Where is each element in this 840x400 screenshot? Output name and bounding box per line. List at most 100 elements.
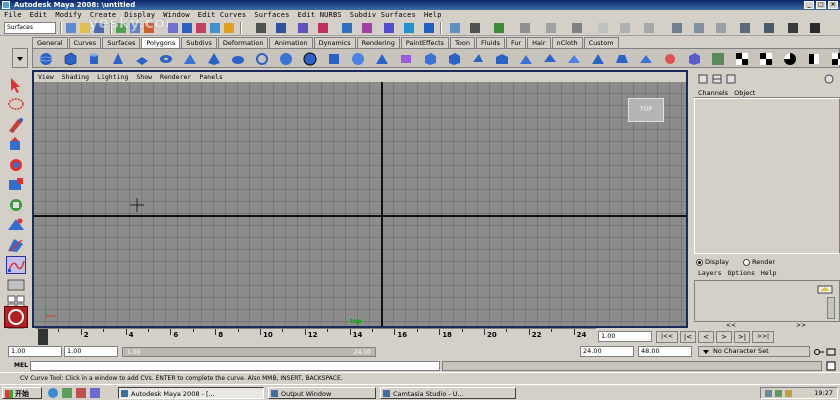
layer-menu-help[interactable]: Help [761,268,777,278]
layer-menu-options[interactable]: Options [727,268,754,278]
ipr-render-icon[interactable] [318,23,328,33]
menu-set-dropdown[interactable]: Surfaces [4,22,56,34]
panel-menu-lighting[interactable]: Lighting [97,72,128,82]
play-backwards-button[interactable]: < [698,331,714,343]
scale-tool-icon[interactable] [6,176,26,194]
tab-animation[interactable]: Animation [269,37,313,48]
both-toggle-icon[interactable] [726,74,736,84]
make-live-icon[interactable] [224,23,234,33]
channel-box-menu-channels[interactable]: Channels [698,89,728,97]
panel-menu-show[interactable]: Show [136,72,152,82]
tab-deformation[interactable]: Deformation [217,37,269,48]
paint-tool-icon[interactable] [644,23,654,33]
start-button[interactable]: 开始 [2,387,42,399]
layer-scrollbar[interactable] [827,297,835,319]
tab-hair[interactable]: Hair [527,37,551,48]
checker-cylinder-icon[interactable] [807,52,821,66]
viewport-panel[interactable]: View Shading Lighting Show Renderer Pane… [32,70,688,328]
character-set-dropdown[interactable]: No Character Set [698,346,810,357]
desktop-quicklaunch-icon[interactable] [62,388,72,398]
tab-dynamics[interactable]: Dynamics [313,37,356,48]
help-icon[interactable] [424,23,434,33]
maximize-icon[interactable]: □ [816,1,826,9]
animation-end-field[interactable]: 48.00 [638,346,692,357]
extract-icon[interactable] [327,52,341,66]
tab-subdivs[interactable]: Subdivs [181,37,217,48]
menu-edit-nurbs[interactable]: Edit NURBS [298,10,342,20]
rotate-tool-icon[interactable] [6,156,26,174]
panel-menu-shading[interactable]: Shading [62,72,89,82]
layer-list[interactable] [694,280,840,322]
menu-subdiv-surfaces[interactable]: Subdiv Surfaces [350,10,416,20]
mel-label[interactable]: MEL [14,361,28,371]
append-polygon-icon[interactable] [519,52,533,66]
uv-texture-editor-icon[interactable] [711,52,725,66]
camera-icon[interactable] [598,23,608,33]
tab-general[interactable]: General [32,37,68,48]
snap-view-plane-icon[interactable] [210,23,220,33]
tab-ncloth[interactable]: nCloth [551,37,583,48]
app-quicklaunch-icon[interactable] [90,388,100,398]
channel-box-icon[interactable] [716,23,726,33]
show-attribute-icon[interactable] [404,23,414,33]
go-to-start-button[interactable]: |<< [656,331,678,343]
poly-helix-icon[interactable] [255,52,269,66]
channel-box-menu-object[interactable]: Object [734,89,755,97]
scissors-icon[interactable] [520,23,530,33]
key-icon[interactable] [814,347,824,357]
attribute-editor-icon[interactable] [694,23,704,33]
menu-file[interactable]: File [4,10,22,20]
menu-edit-curves[interactable]: Edit Curves [198,10,247,20]
combine-icon[interactable] [279,52,293,66]
poly-cylinder-icon[interactable] [87,52,101,66]
layer-menu-layers[interactable]: Layers [698,268,721,278]
channel-box[interactable] [694,98,840,254]
shelf-menu-button[interactable] [12,48,28,68]
snap-grid-icon[interactable] [168,23,178,33]
time-slider[interactable]: 2 4 6 8 10 12 14 16 18 20 22 24 [36,328,596,345]
fill-hole-icon[interactable] [567,52,581,66]
transform-icon[interactable] [546,23,556,33]
layer-editor-icon[interactable] [740,23,750,33]
construction-history-icon[interactable] [276,23,286,33]
poly-cube-icon[interactable] [63,52,77,66]
preferences-icon[interactable] [826,347,836,357]
input-output-icon[interactable] [256,23,266,33]
attribute-options-icon[interactable] [824,74,834,84]
poly-prism-icon[interactable] [183,52,197,66]
tab-custom[interactable]: Custom [583,37,619,48]
select-tool-icon[interactable] [6,76,26,94]
bevel-icon[interactable] [447,52,461,66]
tab-fluids[interactable]: Fluids [475,37,505,48]
snap-point-icon[interactable] [196,23,206,33]
show-manipulator-icon[interactable] [6,236,26,254]
panel-menu-renderer[interactable]: Renderer [160,72,191,82]
insert-edge-loop-icon[interactable] [495,52,509,66]
channel-box-toggle-icon[interactable] [698,74,708,84]
close-icon[interactable]: × [828,1,838,9]
range-bar[interactable]: 1.00 24.00 [122,347,376,357]
checker-cube-icon[interactable] [759,52,773,66]
menu-modify[interactable]: Modify [55,10,82,20]
tool-settings-icon[interactable] [494,23,504,33]
smooth-icon[interactable] [351,52,365,66]
paint-select-tool-icon[interactable] [6,116,26,134]
hypershade-icon[interactable] [362,23,372,33]
poly-plane-icon[interactable] [135,52,149,66]
command-input[interactable] [30,361,440,371]
script-editor-icon[interactable] [826,361,836,371]
checker-icon[interactable] [788,23,798,33]
universal-manipulator-icon[interactable] [6,196,26,214]
tab-rendering[interactable]: Rendering [356,37,400,48]
move-tool-icon[interactable] [6,136,26,154]
current-time-marker[interactable] [38,329,48,345]
outliner-icon[interactable] [764,23,774,33]
new-scene-icon[interactable] [66,23,76,33]
poly-cone-icon[interactable] [111,52,125,66]
mirror-geometry-icon[interactable] [375,52,389,66]
taskbar-item-maya[interactable]: Autodesk Maya 2008 - [... [118,387,264,399]
lock-selection-icon[interactable] [450,23,460,33]
poly-pipe-icon[interactable] [231,52,245,66]
step-back-key-button[interactable]: |< [680,331,696,343]
panel-menu-panels[interactable]: Panels [199,72,222,82]
